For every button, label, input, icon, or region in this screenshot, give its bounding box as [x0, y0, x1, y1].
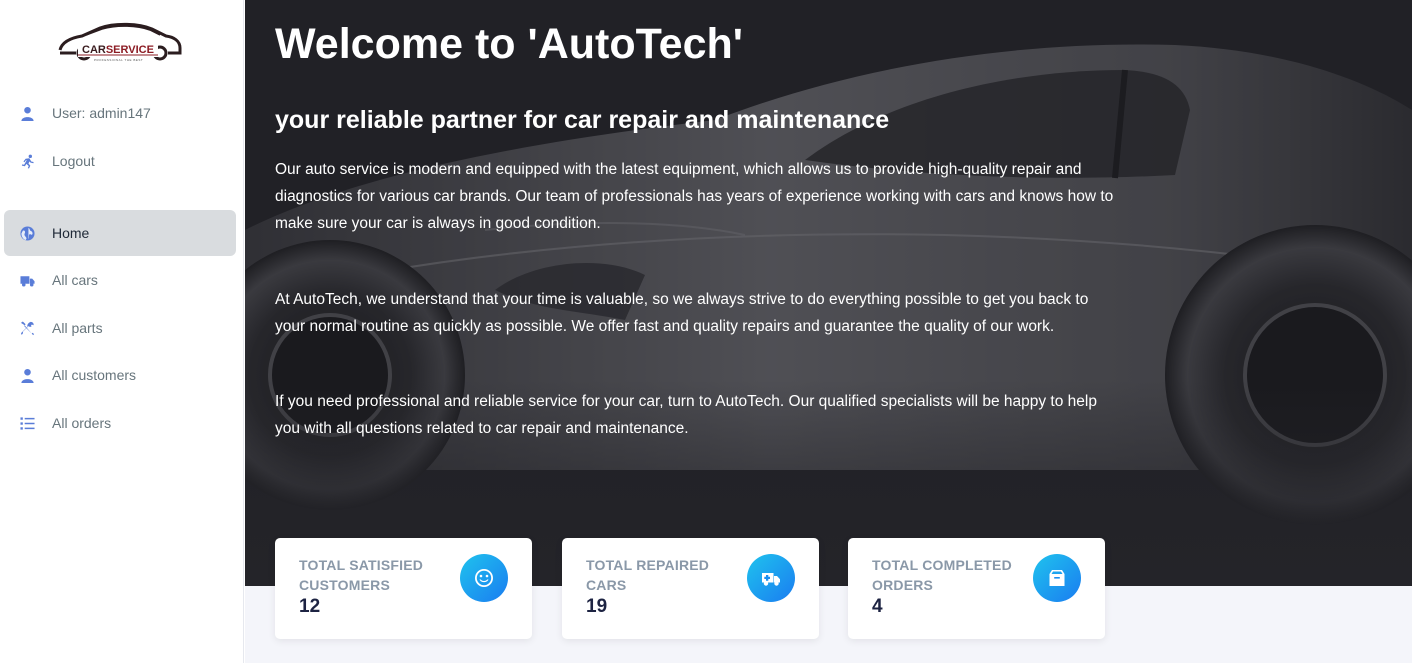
sidebar-item-label: All cars — [52, 272, 98, 288]
logo-text-service: SERVICE — [105, 44, 154, 56]
stat-label: TOTAL REPAIRED CARS — [586, 557, 710, 593]
stat-value: 19 — [586, 596, 608, 617]
logo-tagline: PROFESSIONAL THE BEST — [94, 58, 144, 62]
sidebar-user[interactable]: User: admin147 — [4, 90, 236, 136]
sidebar: CARSERVICE PROFESSIONAL THE BEST User: a… — [0, 0, 244, 663]
time-paragraph: At AutoTech, we understand that your tim… — [275, 291, 1089, 335]
logo-text-car: CAR — [82, 44, 106, 56]
sidebar-item-home[interactable]: Home — [4, 210, 236, 256]
running-person-icon — [19, 153, 35, 169]
logo-text: CARSERVICE — [82, 44, 154, 56]
globe-icon — [19, 225, 35, 241]
stat-label: TOTAL COMPLETED ORDERS — [872, 557, 1012, 593]
sidebar-logout-label: Logout — [52, 153, 95, 169]
sidebar-item-all-orders[interactable]: All orders — [4, 400, 236, 446]
sidebar-item-label: All customers — [52, 367, 137, 383]
smile-icon — [460, 554, 508, 602]
car-service-logo[interactable]: CARSERVICE PROFESSIONAL THE BEST — [56, 20, 184, 66]
stat-card-orders: TOTAL COMPLETED ORDERS 4 — [848, 538, 1105, 639]
intro-paragraph: Our auto service is modern and equipped … — [275, 161, 1114, 232]
stat-value: 12 — [299, 596, 321, 617]
stat-card-cars: TOTAL REPAIRED CARS 19 — [562, 538, 819, 639]
stat-card-customers: TOTAL SATISFIED CUSTOMERS 12 — [275, 538, 532, 639]
stat-value: 4 — [872, 596, 883, 617]
sidebar-item-label: All orders — [52, 415, 112, 431]
sidebar-item-all-parts[interactable]: All parts — [4, 305, 236, 351]
user-icon — [19, 105, 35, 121]
sidebar-user-label: User: admin147 — [52, 105, 151, 121]
list-icon — [19, 415, 35, 431]
sidebar-item-all-cars[interactable]: All cars — [4, 257, 236, 303]
stat-label: TOTAL SATISFIED CUSTOMERS — [299, 557, 424, 593]
page-subtitle: your reliable partner for car repair and… — [275, 106, 890, 134]
contact-paragraph: If you need professional and reliable se… — [275, 393, 1097, 437]
hero-section: Welcome to 'AutoTech' your reliable part… — [245, 0, 1412, 586]
sidebar-item-all-customers[interactable]: All customers — [4, 352, 236, 398]
truck-icon — [747, 554, 795, 602]
sidebar-item-label: All parts — [52, 320, 103, 336]
app-root: CARSERVICE PROFESSIONAL THE BEST User: a… — [0, 0, 1412, 663]
page-title: Welcome to 'AutoTech' — [275, 20, 744, 68]
tools-icon — [19, 320, 35, 336]
user-icon — [19, 367, 35, 383]
sidebar-item-label: Home — [52, 225, 90, 241]
bag-icon — [1033, 554, 1081, 602]
sidebar-logout[interactable]: Logout — [4, 138, 236, 184]
truck-icon — [19, 272, 35, 288]
